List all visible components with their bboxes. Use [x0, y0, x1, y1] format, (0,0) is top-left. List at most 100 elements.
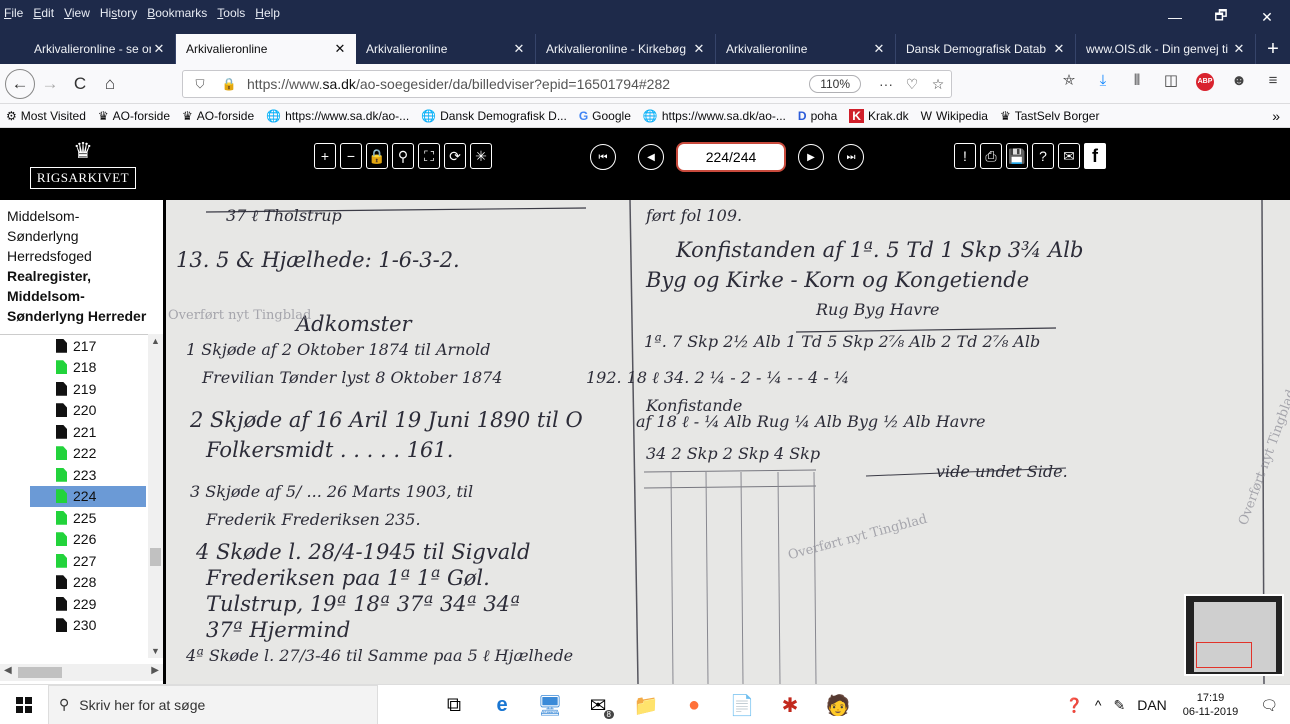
account-icon[interactable]: ☻: [1222, 72, 1256, 89]
page-list-item[interactable]: 227: [0, 550, 148, 572]
page-list-item[interactable]: 222: [0, 443, 148, 465]
page-list-item[interactable]: 224: [30, 485, 146, 507]
help-tray-icon[interactable]: ❓: [1059, 697, 1088, 714]
rigsarkivet-logo[interactable]: ♛ RIGSARKIVET: [0, 128, 166, 200]
menu-item-tools[interactable]: Tools: [217, 6, 245, 20]
save-button[interactable]: 💾: [1006, 143, 1028, 169]
menu-item-help[interactable]: Help: [255, 6, 280, 20]
tab-1[interactable]: Arkivalieronline ✕: [176, 34, 356, 64]
help-button[interactable]: ?: [1032, 143, 1054, 169]
document-app-icon[interactable]: 📄: [718, 685, 766, 724]
new-tab-button[interactable]: +: [1256, 34, 1290, 64]
tab-close-icon[interactable]: ✕: [151, 41, 167, 57]
lock-icon[interactable]: 🔒: [211, 77, 247, 91]
page-number-input[interactable]: 224/244: [676, 142, 786, 172]
page-actions-icon[interactable]: ···: [873, 76, 899, 92]
game-app-icon[interactable]: ✱: [766, 685, 814, 724]
bookmark-item[interactable]: 🌐 Dansk Demografisk D...: [415, 109, 573, 123]
scroll-left-icon[interactable]: ◀: [4, 665, 12, 676]
library-icon[interactable]: ⫴: [1120, 72, 1154, 89]
page-list-scrollbar[interactable]: ▲ ▼: [148, 334, 163, 658]
page-list-item[interactable]: 223: [0, 464, 148, 486]
print-button[interactable]: ⎙: [980, 143, 1002, 169]
bookmark-item[interactable]: ⚙ Most Visited: [0, 109, 92, 123]
bookmark-item[interactable]: Dpoha: [792, 109, 843, 123]
clock[interactable]: 17:19 06-11-2019: [1173, 691, 1248, 719]
page-minimap[interactable]: [1184, 594, 1284, 676]
notifications-icon[interactable]: 🗨: [1248, 697, 1290, 714]
tab-3[interactable]: Arkivalieronline - Kirkebøg ✕: [536, 34, 716, 64]
page-list-item[interactable]: 217: [0, 335, 148, 357]
page-list-item[interactable]: 230: [0, 615, 148, 637]
start-button[interactable]: [0, 685, 48, 724]
page-list-item[interactable]: 218: [0, 357, 148, 379]
page-list-item[interactable]: 228: [0, 572, 148, 594]
edge-icon[interactable]: e: [478, 685, 526, 724]
file-explorer-icon[interactable]: 📁: [622, 685, 670, 724]
tab-close-icon[interactable]: ✕: [691, 41, 707, 57]
shield-icon[interactable]: ⛉: [189, 77, 211, 92]
page-list-item[interactable]: 225: [0, 507, 148, 529]
last-page-button[interactable]: ⏭: [838, 144, 864, 170]
firefox-icon[interactable]: ●: [670, 685, 718, 724]
sidebar-toggle-icon[interactable]: ◫: [1154, 71, 1188, 89]
reading-list-icon[interactable]: ⛤: [1052, 72, 1086, 89]
page-list-item[interactable]: 221: [0, 421, 148, 443]
bookmark-item[interactable]: W Wikipedia: [915, 109, 994, 123]
bookmark-item[interactable]: G Google: [573, 109, 637, 123]
scroll-up-icon[interactable]: ▲: [148, 336, 163, 346]
scroll-right-icon[interactable]: ▶: [151, 665, 159, 676]
menu-item-history[interactable]: History: [100, 6, 137, 20]
bookmarks-overflow-icon[interactable]: »: [1272, 108, 1280, 124]
bookmark-item[interactable]: 🌐 https://www.sa.dk/ao-...: [637, 109, 792, 123]
tab-2[interactable]: Arkivalieronline ✕: [356, 34, 536, 64]
taskbar-search-box[interactable]: ⚲ Skriv her for at søge: [48, 684, 378, 724]
page-list[interactable]: 217 218 219 220 221 222 223 224 225 226 227 228 229 2…: [0, 334, 148, 658]
menu-item-edit[interactable]: Edit: [33, 6, 54, 20]
page-list-item[interactable]: 220: [0, 400, 148, 422]
mail-button[interactable]: ✉: [1058, 143, 1080, 169]
pocket-icon[interactable]: ♡: [899, 76, 925, 93]
scrollbar-thumb[interactable]: [150, 548, 161, 566]
tab-6[interactable]: www.OIS.dk - Din genvej ti ✕: [1076, 34, 1256, 64]
hscrollbar-thumb[interactable]: [18, 667, 62, 678]
menu-item-bookmarks[interactable]: Bookmarks: [147, 6, 207, 20]
zoom-level-badge[interactable]: 110%: [809, 75, 861, 93]
next-page-button[interactable]: ▶: [798, 144, 824, 170]
tab-5[interactable]: Dansk Demografisk Datab ✕: [896, 34, 1076, 64]
page-list-item[interactable]: 229: [0, 593, 148, 615]
tab-4[interactable]: Arkivalieronline ✕: [716, 34, 896, 64]
download-icon[interactable]: ⤓: [1086, 72, 1120, 89]
page-list-item[interactable]: 219: [0, 378, 148, 400]
lock-view-button[interactable]: 🔒: [366, 143, 388, 169]
back-button[interactable]: ←: [5, 68, 35, 99]
url-bar[interactable]: ⛉ 🔒 https://www.sa.dk/ao-soegesider/da/b…: [182, 70, 952, 98]
bookmark-item[interactable]: ♛ TastSelv Borger: [994, 109, 1105, 123]
tab-close-icon[interactable]: ✕: [1051, 41, 1067, 57]
bookmark-item[interactable]: 🌐 https://www.sa.dk/ao-...: [260, 109, 415, 123]
task-view-icon[interactable]: ⧉: [430, 685, 478, 724]
url-text[interactable]: https://www.sa.dk/ao-soegesider/da/bille…: [247, 76, 809, 92]
previous-page-button[interactable]: ◀: [638, 144, 664, 170]
report-error-button[interactable]: !: [954, 143, 976, 169]
document-image-viewer[interactable]: 37 ℓ Tholstrup ført fol 109. 13. 5 & Hjæ…: [166, 200, 1290, 684]
tab-0[interactable]: Arkivalieronline - se or ✕: [0, 34, 176, 64]
chevron-up-icon[interactable]: ^: [1089, 697, 1108, 713]
sidebar-horizontal-scrollbar[interactable]: ◀ ▶: [0, 664, 163, 681]
first-page-button[interactable]: ⏮: [590, 144, 616, 170]
tab-close-icon[interactable]: ✕: [332, 41, 348, 57]
character-app-icon[interactable]: 🧑: [814, 685, 862, 724]
remote-desktop-icon[interactable]: 🖥: [526, 685, 574, 724]
scroll-down-icon[interactable]: ▼: [148, 646, 163, 656]
bookmark-item[interactable]: K Krak.dk: [843, 108, 914, 123]
bookmark-star-icon[interactable]: ☆: [925, 76, 951, 93]
page-list-item[interactable]: 226: [0, 529, 148, 551]
adblock-icon[interactable]: ABP: [1188, 70, 1222, 91]
menu-item-view[interactable]: View: [64, 6, 90, 20]
tab-close-icon[interactable]: ✕: [1231, 41, 1247, 57]
menu-item-file[interactable]: File: [4, 6, 23, 20]
tab-close-icon[interactable]: ✕: [511, 41, 527, 57]
reload-button[interactable]: C: [65, 69, 95, 99]
bookmark-item[interactable]: ♛ AO-forside: [176, 109, 260, 123]
language-indicator[interactable]: DAN: [1131, 697, 1173, 713]
